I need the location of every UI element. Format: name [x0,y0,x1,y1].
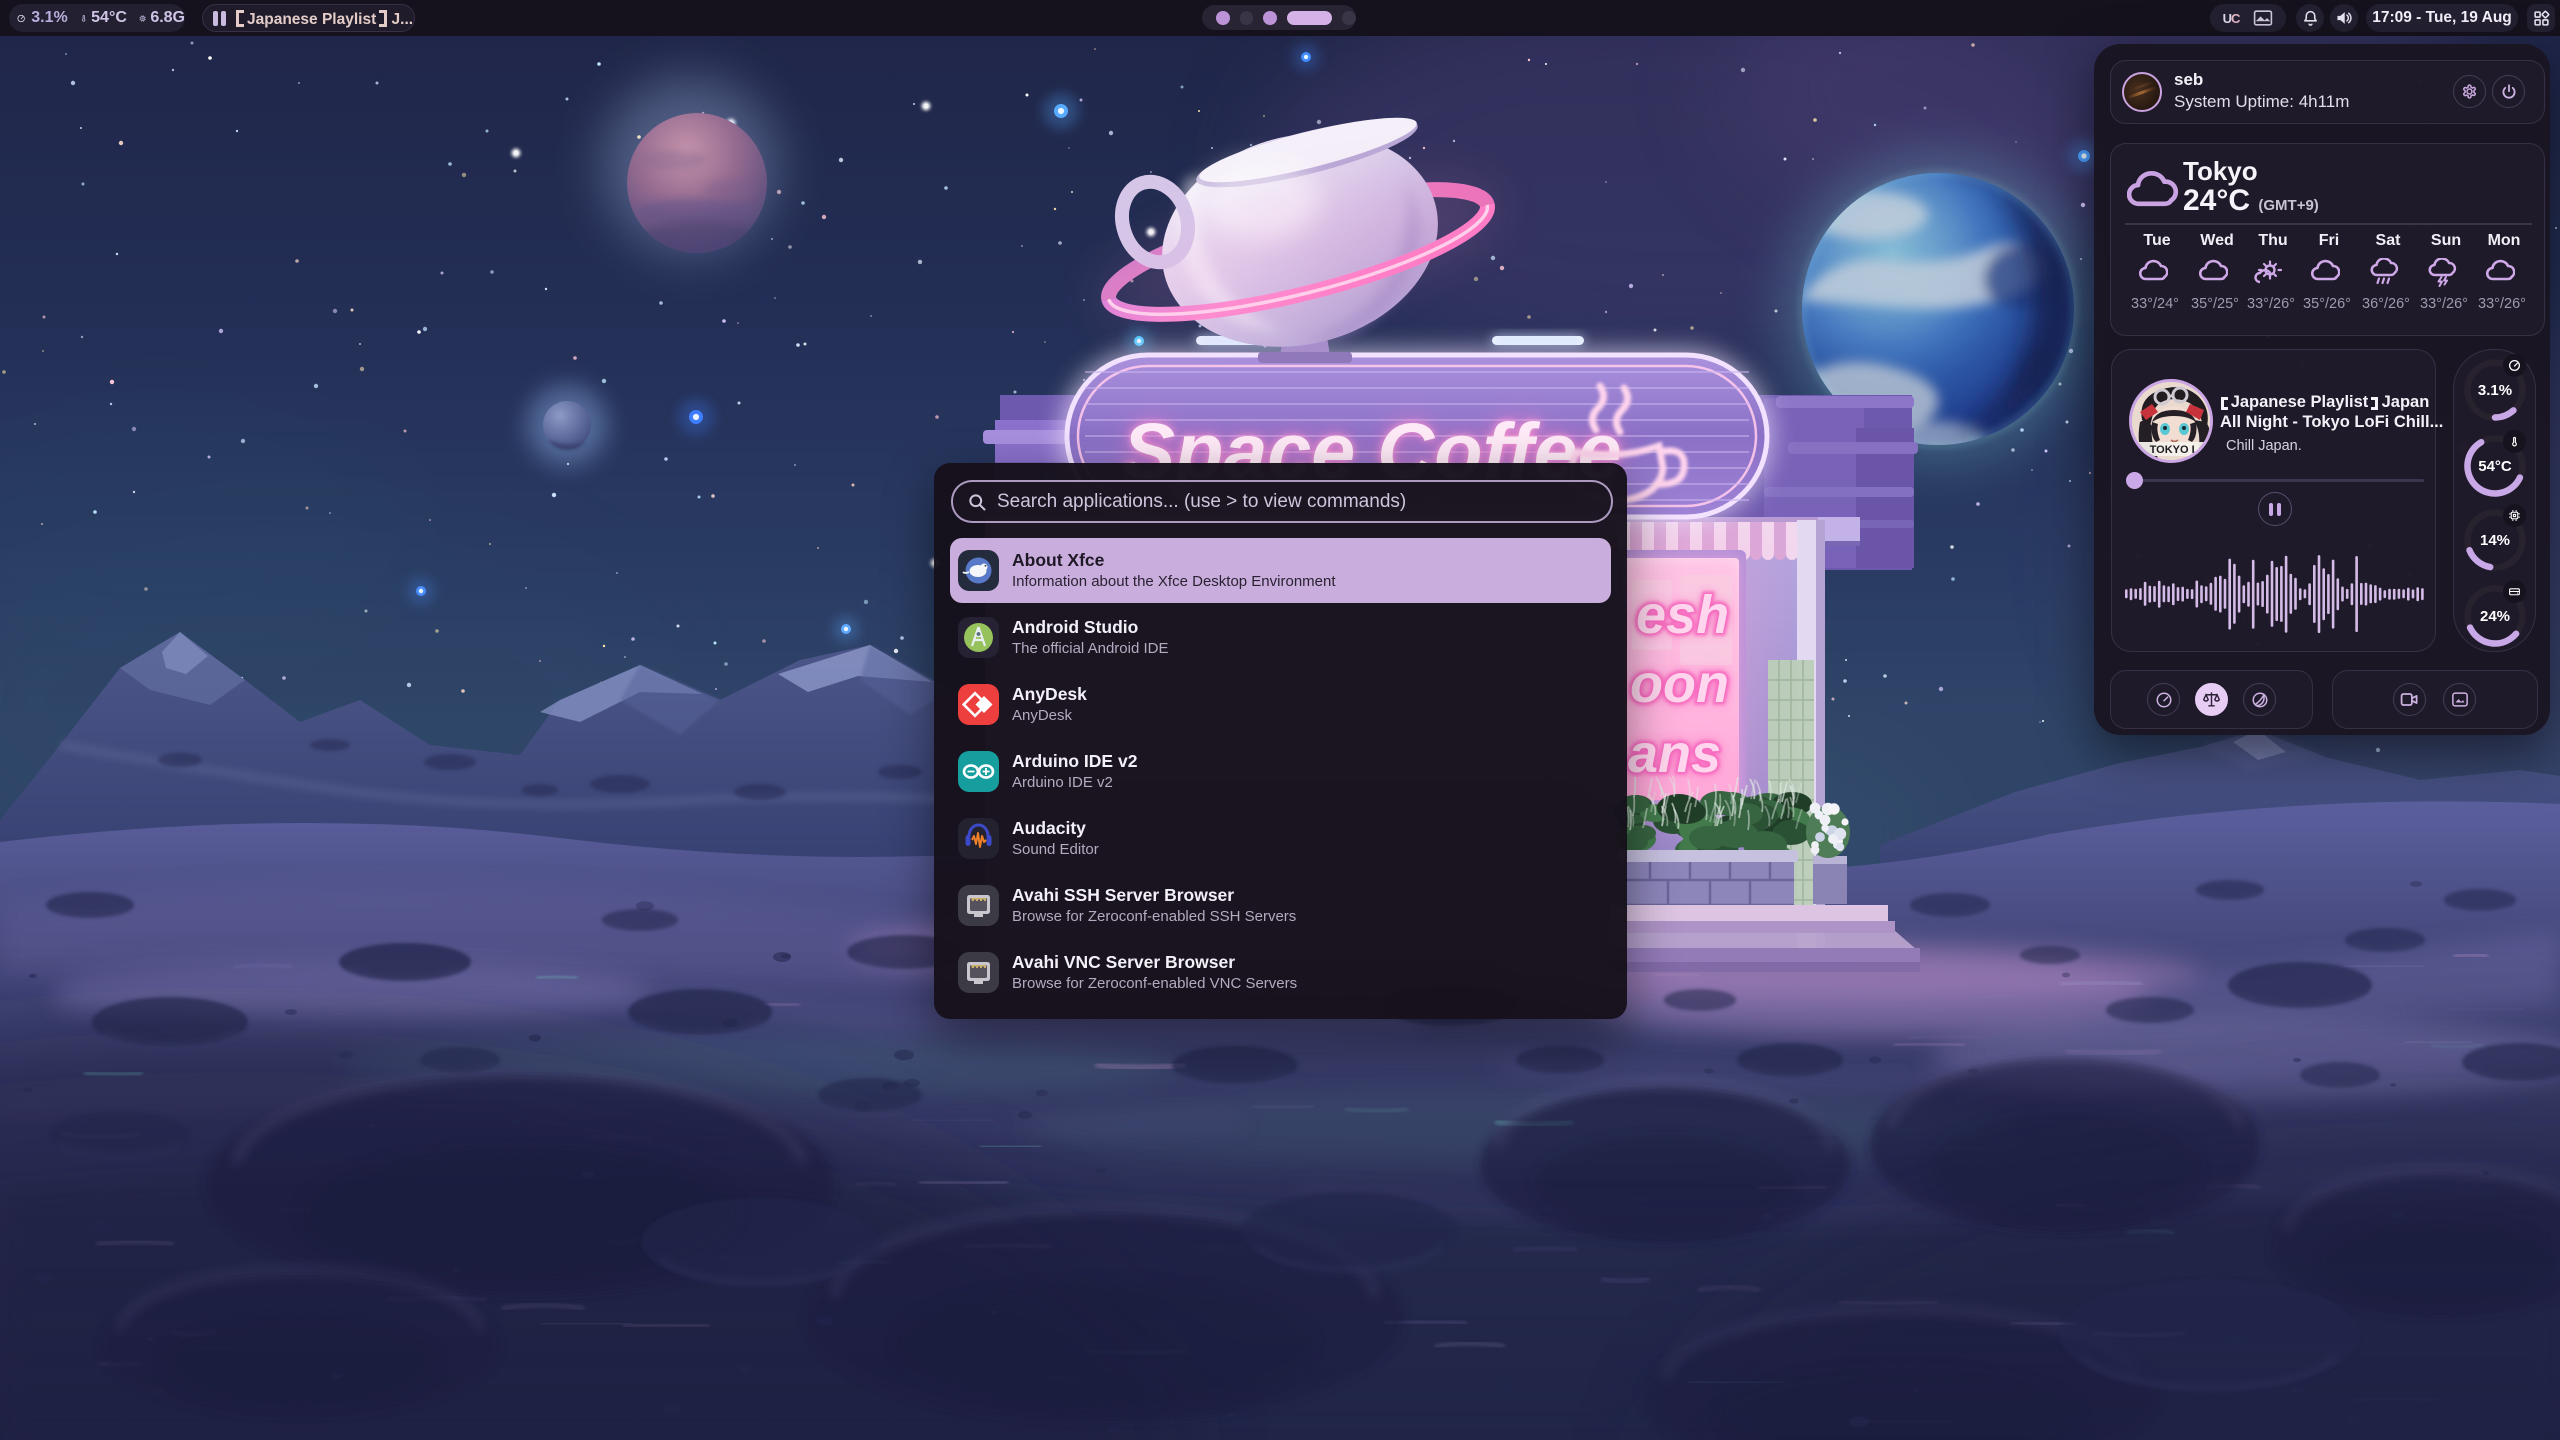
svg-text:TOKYO L: TOKYO L [2150,444,2199,456]
